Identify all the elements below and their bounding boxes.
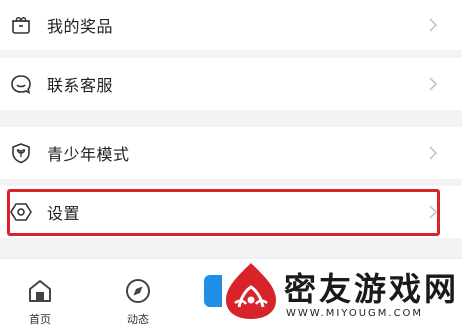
tab-news[interactable]: 动态 [108,259,168,326]
menu-item-contact-service[interactable]: 联系客服 [0,58,462,110]
compass-icon [126,279,150,303]
home-icon [29,280,51,302]
settings-highlight-box [7,189,440,236]
watermark-logo-icon [226,263,276,319]
youth-shield-icon [12,143,30,164]
watermark-url: WWW.MIYOUGM.COM [286,308,424,319]
menu-item-my-prizes[interactable]: 我的奖品 [0,0,462,50]
watermark-title: 密友游戏网 [284,270,460,308]
chevron-right-icon [429,77,438,91]
site-watermark: 密友游戏网 WWW.MIYOUGM.COM [214,258,462,326]
chevron-right-icon [429,18,438,32]
menu-item-youth-mode[interactable]: 青少年模式 [0,127,462,179]
gift-box-icon [12,17,30,34]
tab-label: 动态 [127,313,149,326]
menu-item-label: 青少年模式 [47,145,130,164]
tab-home[interactable]: 首页 [10,259,70,326]
menu-item-label: 联系客服 [47,76,114,95]
chevron-right-icon [429,146,438,160]
customer-service-icon [11,75,31,94]
menu-item-label: 我的奖品 [47,17,114,36]
tab-label: 首页 [29,313,51,326]
